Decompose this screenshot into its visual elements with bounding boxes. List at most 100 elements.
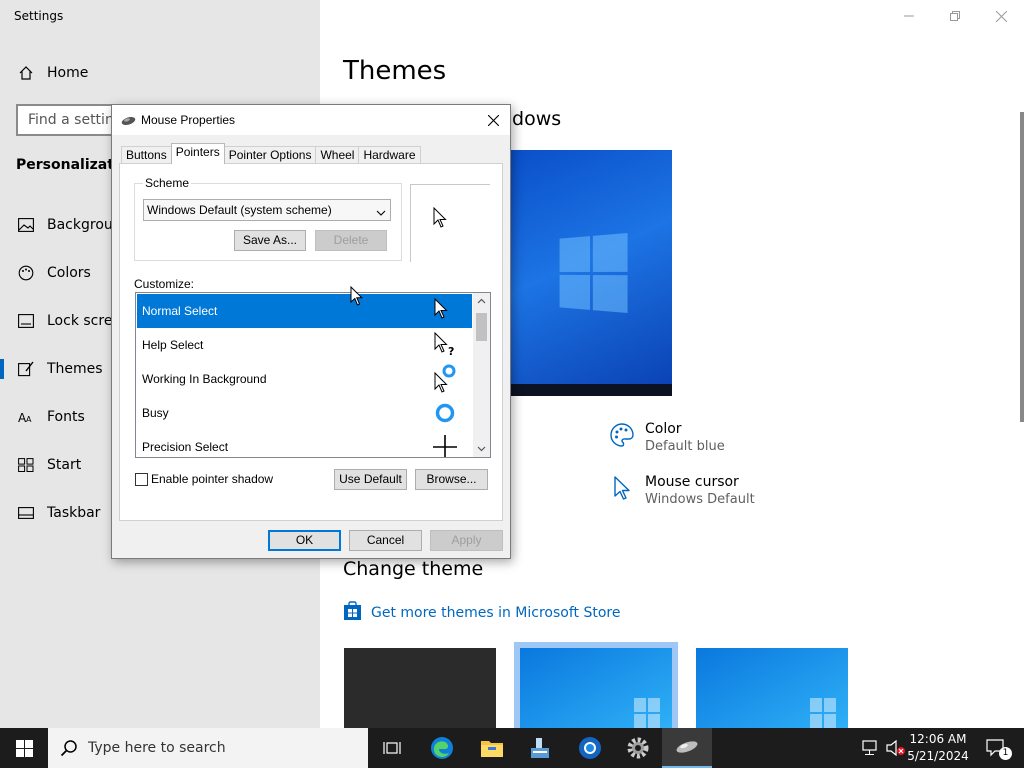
customize-label: Customize:: [134, 277, 195, 291]
mouse-icon: [121, 115, 136, 129]
nav-home-label: Home: [47, 65, 89, 81]
palette-icon: [607, 420, 637, 450]
theme-color-item[interactable]: Color Default blue: [607, 420, 725, 456]
color-value: Default blue: [645, 439, 725, 454]
delete-button[interactable]: Delete: [315, 230, 387, 251]
page-title: Themes: [343, 56, 447, 86]
save-as-button[interactable]: Save As...: [234, 230, 306, 251]
list-item-working-in-background[interactable]: Working In Background: [137, 362, 472, 396]
cursor-list-scrollbar[interactable]: [473, 293, 490, 457]
network-icon[interactable]: [862, 740, 880, 760]
gear-icon: [627, 737, 649, 759]
app-title: Settings: [14, 9, 64, 23]
tab-hardware[interactable]: Hardware: [358, 146, 421, 164]
close-icon: [995, 10, 1007, 22]
tab-buttons[interactable]: Buttons: [121, 146, 172, 164]
restore-button[interactable]: [932, 0, 978, 32]
theme-thumbnail-windows-light[interactable]: [696, 648, 848, 728]
cursor-item-name: Precision Select: [142, 440, 229, 454]
cursor-list[interactable]: Normal Select Help Select ? Working In B…: [135, 292, 491, 458]
taskbar-edge[interactable]: [418, 728, 466, 768]
tab-wheel[interactable]: Wheel: [315, 146, 360, 164]
busy-cursor-icon: [435, 403, 455, 423]
taskbar-search-placeholder: Type here to search: [88, 740, 226, 756]
apply-button[interactable]: Apply: [430, 530, 503, 551]
nav-home[interactable]: Home: [0, 53, 320, 93]
working-cursor-icon: [434, 364, 456, 393]
svg-text:?: ?: [448, 345, 454, 358]
list-item-help-select[interactable]: Help Select ?: [137, 328, 472, 362]
pointers-panel: Scheme Windows Default (system scheme) S…: [119, 163, 503, 521]
scrollbar-thumb[interactable]: [476, 313, 487, 341]
help-cursor-icon: ?: [434, 331, 454, 358]
close-icon: [487, 114, 499, 126]
tab-pointers[interactable]: Pointers: [170, 143, 225, 164]
taskbar-icon: [17, 504, 35, 522]
list-item-precision-select[interactable]: Precision Select: [137, 430, 472, 457]
browse-button[interactable]: Browse...: [415, 469, 488, 490]
lock-screen-icon: [17, 312, 35, 330]
clock-date: 5/21/2024: [907, 749, 969, 763]
windows-logo-icon: [634, 698, 660, 728]
list-item-normal-select[interactable]: Normal Select: [137, 294, 472, 328]
mouse-properties-dialog: Mouse Properties Buttons Pointers Pointe…: [111, 104, 511, 559]
pointer-preview: [410, 184, 490, 262]
dialog-title: Mouse Properties: [141, 113, 236, 127]
close-window-button[interactable]: [978, 0, 1024, 32]
enable-pointer-shadow[interactable]: Enable pointer shadow: [135, 472, 273, 486]
main-scrollbar[interactable]: [1020, 112, 1024, 422]
clock-time: 12:06 AM: [909, 732, 967, 746]
sidebar-item-label: Taskbar: [47, 505, 101, 521]
taskbar: Type here to search 12:06 AM 5/21/2024 1: [0, 728, 1024, 768]
taskbar-chrome[interactable]: [566, 728, 614, 768]
scheme-group: Scheme Windows Default (system scheme) S…: [134, 176, 402, 261]
mouse-cursor-item[interactable]: Mouse cursor Windows Default: [607, 473, 755, 509]
store-link[interactable]: Get more themes in Microsoft Store: [343, 601, 620, 625]
current-theme-preview: [510, 150, 672, 396]
scheme-value: Windows Default (system scheme): [147, 203, 332, 217]
use-default-button[interactable]: Use Default: [334, 469, 407, 490]
dialog-titlebar[interactable]: Mouse Properties: [112, 105, 510, 135]
dialog-close-button[interactable]: [476, 105, 510, 135]
sidebar-item-label: Start: [47, 457, 82, 473]
ok-button[interactable]: OK: [268, 530, 341, 551]
chevron-down-icon: [477, 446, 486, 452]
sidebar-item-label: Colors: [47, 265, 91, 281]
search-icon: [60, 740, 77, 757]
pointer-shadow-checkbox[interactable]: [135, 472, 148, 486]
arrow-cursor-icon: [434, 297, 448, 319]
list-item-busy[interactable]: Busy: [137, 396, 472, 430]
theme-thumbnail-dark[interactable]: [344, 648, 496, 728]
start-button[interactable]: [0, 728, 48, 768]
scheme-label: Scheme: [143, 176, 192, 190]
scheme-select[interactable]: Windows Default (system scheme): [143, 199, 391, 221]
clock[interactable]: 12:06 AM 5/21/2024: [906, 731, 970, 765]
edge-browser-icon: [431, 737, 453, 759]
volume-muted-icon[interactable]: [886, 739, 906, 760]
notification-center-button[interactable]: 1: [976, 728, 1016, 768]
restore-icon: [950, 11, 960, 21]
folder-icon: [481, 741, 503, 757]
sidebar-item-label: Fonts: [47, 409, 85, 425]
cancel-button[interactable]: Cancel: [349, 530, 422, 551]
notification-badge: 1: [999, 747, 1012, 760]
theme-thumbnail-windows-selected[interactable]: [514, 642, 678, 734]
taskbar-settings[interactable]: [614, 728, 662, 768]
minimize-icon: [904, 15, 914, 17]
cursor-item-name: Working In Background: [142, 372, 267, 386]
taskbar-mouse-properties[interactable]: [662, 728, 712, 768]
change-theme-heading: Change theme: [343, 558, 484, 580]
tab-pointer-options[interactable]: Pointer Options: [223, 146, 317, 164]
cursor-item-name: Help Select: [142, 338, 204, 352]
minimize-button[interactable]: [886, 0, 932, 32]
crosshair-cursor-icon: [433, 435, 457, 457]
task-view-button[interactable]: [368, 728, 416, 768]
taskbar-search-box[interactable]: Type here to search: [48, 728, 368, 768]
mouse-cursor-value: Windows Default: [645, 492, 755, 507]
taskbar-app[interactable]: [516, 728, 564, 768]
windows-logo-icon: [810, 698, 836, 728]
store-link-label: Get more themes in Microsoft Store: [371, 605, 621, 621]
browser-icon: [579, 737, 601, 759]
taskbar-file-explorer[interactable]: [468, 728, 516, 768]
windows-logo-icon: [559, 232, 628, 314]
